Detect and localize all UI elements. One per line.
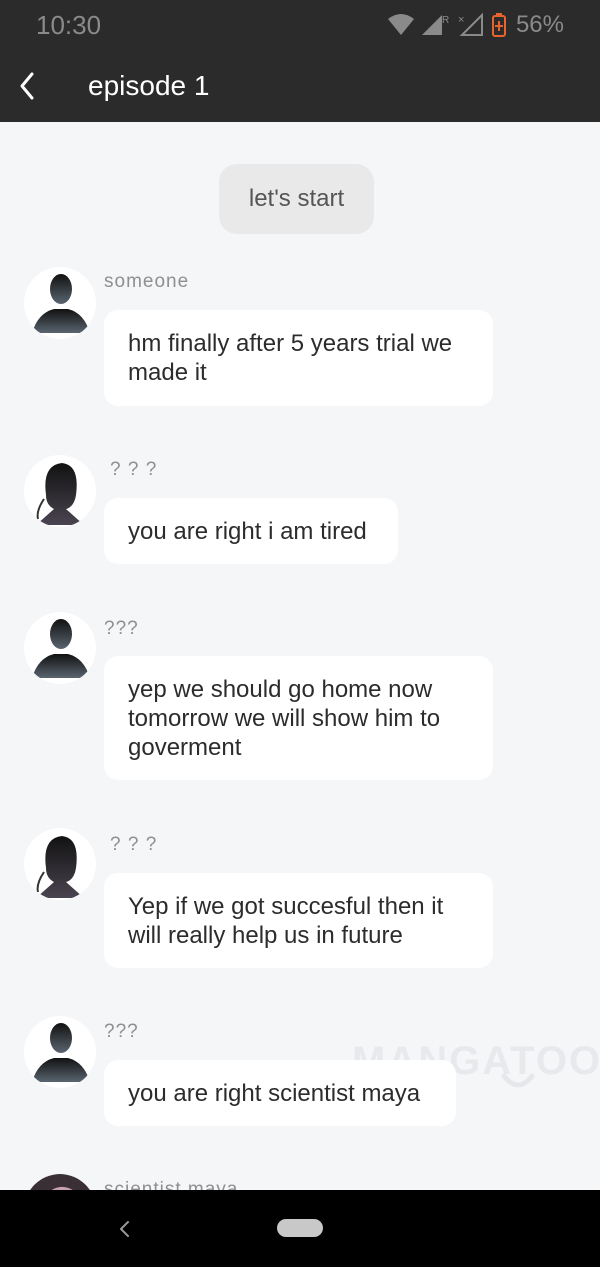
avatar[interactable] [24,455,96,527]
svg-text:R: R [442,15,449,26]
battery-icon [491,13,506,37]
avatar[interactable] [24,267,96,339]
avatar[interactable] [24,828,96,900]
page-title: episode 1 [88,70,210,101]
sender-name: ??? [104,1021,139,1042]
sender-name: ??? [104,618,139,639]
female-silhouette-icon [36,463,84,525]
male-silhouette-icon [32,274,90,333]
message-bubble: you are right i am tired [104,498,398,564]
message-bubble: yep we should go home now tomorrow we wi… [104,656,493,780]
status-bar: 10:30 R × 56% [0,0,600,50]
message-bubble: hm finally after 5 years trial we made i… [104,310,493,406]
avatar[interactable] [24,1016,96,1088]
nav-back-icon [120,1221,129,1237]
sender-name: someone [104,271,190,292]
chevron-left-icon [20,72,34,100]
signal-no-sim-icon: × [458,13,483,36]
nav-home-button[interactable] [277,1219,323,1237]
female-photo-icon [30,1174,90,1190]
male-silhouette-icon [32,1023,90,1082]
nav-back-button[interactable] [112,1214,136,1244]
app-bar: episode 1 [0,50,600,122]
wifi-icon [387,14,414,35]
status-icons: R × 56% [387,10,564,40]
avatar[interactable] [24,612,96,684]
system-message: let's start [219,164,374,234]
message-bubble: Yep if we got succesful then it will rea… [104,873,493,968]
female-silhouette-icon [36,836,84,898]
battery-percentage: 56% [515,11,564,38]
message-bubble: you are right scientist maya [104,1060,456,1126]
male-silhouette-icon [32,619,90,678]
sender-name: scientist maya [104,1179,239,1190]
chat-area[interactable]: let's start someone hm finally after 5 y… [0,122,600,1190]
avatar[interactable] [24,1174,96,1190]
sender-name: ? ? ? [110,459,158,480]
sender-name: ? ? ? [110,834,158,855]
watermark-smile-icon [501,1073,535,1088]
signal-icon: R [421,15,449,35]
status-time: 10:30 [36,10,102,40]
svg-text:×: × [458,14,464,26]
back-button[interactable] [12,64,56,108]
